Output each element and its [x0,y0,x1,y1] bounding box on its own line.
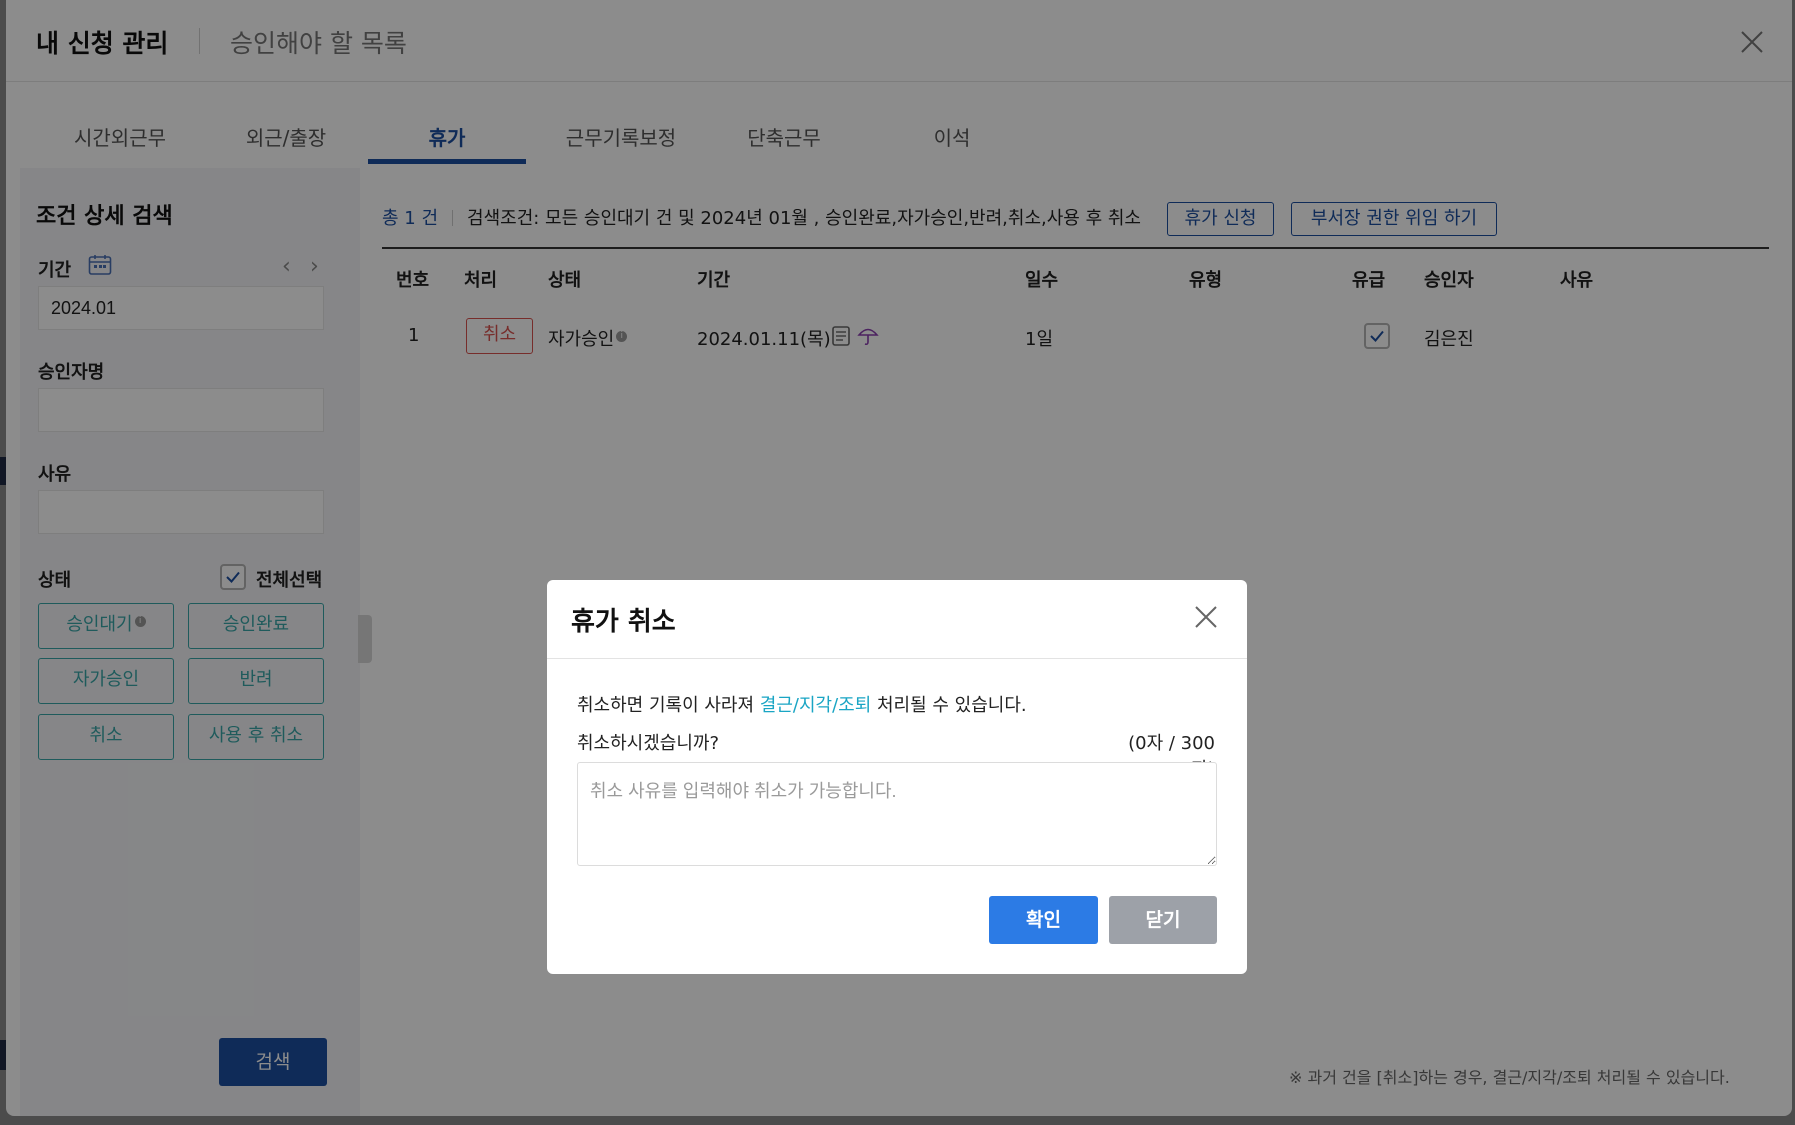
close-button[interactable]: 닫기 [1109,896,1217,944]
dialog-message: 취소하면 기록이 사라져 결근/지각/조퇴 처리될 수 있습니다. [577,691,1027,717]
message-prefix: 취소하면 기록이 사라져 [577,695,760,716]
message-highlight: 결근/지각/조퇴 [759,695,872,716]
cancel-reason-textarea[interactable] [577,762,1217,866]
confirm-button[interactable]: 확인 [989,896,1098,944]
cancel-vacation-dialog: 휴가 취소 취소하면 기록이 사라져 결근/지각/조퇴 처리될 수 있습니다. … [547,580,1247,974]
dialog-title: 휴가 취소 [571,607,676,637]
message-suffix: 처리될 수 있습니다. [871,695,1027,716]
close-icon[interactable] [1191,602,1221,632]
dialog-divider [547,658,1247,659]
dialog-question: 취소하시겠습니까? [577,733,720,754]
